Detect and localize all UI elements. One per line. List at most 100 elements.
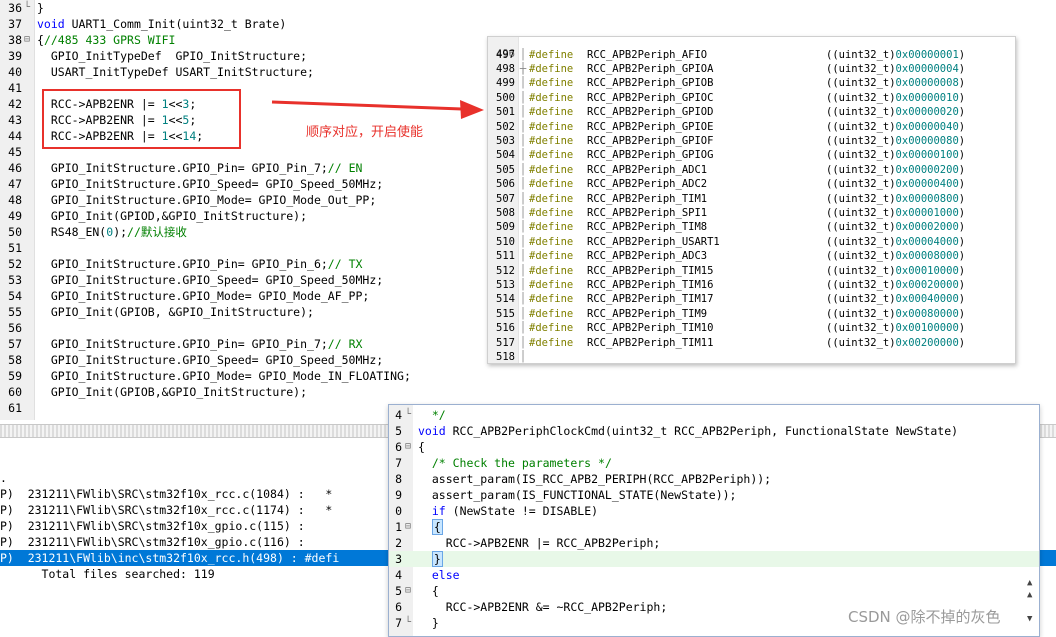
macro-value: ((uint32_t)0x00000200)	[826, 163, 965, 177]
line-number: 6	[395, 440, 402, 454]
line-number: 38	[8, 33, 22, 47]
code-text: if (NewState != DISABLE)	[418, 503, 598, 519]
define-keyword: #define	[529, 264, 574, 277]
line-number: 510	[496, 235, 515, 248]
define-keyword: #define	[529, 293, 574, 306]
code-token: assert_param(IS_FUNCTIONAL_STATE(NewStat…	[418, 488, 737, 502]
line-number: 56	[8, 321, 22, 335]
value-close: )	[958, 163, 966, 176]
line-number: 49	[8, 209, 22, 223]
macro-name: RCC_APB2Periph_GPIOD	[587, 106, 714, 119]
code-token: UART1_Comm_Init(uint32_t Brate)	[64, 17, 287, 31]
code-text: GPIO_InitStructure.GPIO_Mode= GPIO_Mode_…	[37, 288, 370, 304]
code-token: {	[418, 584, 439, 598]
line-number: 506	[496, 178, 515, 191]
code-text: GPIO_InitStructure.GPIO_Pin= GPIO_Pin_7;…	[37, 160, 363, 176]
value-cast: ((uint32_t)	[826, 178, 896, 191]
fold-line-icon: │	[519, 221, 527, 234]
value-hex: 0x00004000	[895, 235, 959, 248]
code-token: RS48_EN(	[37, 225, 107, 239]
line-number: 45	[8, 145, 22, 159]
value-hex: 0x00020000	[895, 278, 959, 291]
line-number: 39	[8, 49, 22, 63]
value-close: )	[958, 91, 966, 104]
macro-value: ((uint32_t)0x00000080)	[826, 134, 965, 148]
scroll-arrows-icon[interactable]: ▲ ▲ ▼	[1027, 577, 1035, 627]
function-code-line: 4 └ */	[389, 407, 1039, 423]
code-token: GPIO_InitStructure.GPIO_Mode= GPIO_Mode_…	[37, 289, 370, 303]
line-number: 515	[496, 307, 515, 320]
value-close: )	[958, 293, 966, 306]
code-token: {	[37, 33, 44, 47]
code-token: RCC->APB2ENR &= ~RCC_APB2Periph;	[418, 600, 668, 614]
function-code-line: 1 ⊟ {	[389, 519, 1039, 535]
fold-line-icon: │	[519, 307, 527, 320]
macro-value: ((uint32_t)0x00001000)	[826, 206, 965, 220]
code-token: if	[431, 504, 446, 518]
code-text: GPIO_InitStructure.GPIO_Pin= GPIO_Pin_6;…	[37, 256, 363, 272]
define-keyword: #define	[529, 48, 574, 61]
code-token: GPIO_InitTypeDef GPIO_InitStructure;	[37, 49, 308, 63]
code-text: GPIO_InitStructure.GPIO_Speed= GPIO_Spee…	[37, 352, 383, 368]
fold-line-icon: │	[519, 77, 527, 90]
code-text: GPIO_InitStructure.GPIO_Speed= GPIO_Spee…	[37, 272, 383, 288]
line-number: 507	[496, 192, 515, 205]
code-text: GPIO_Init(GPIOD,&GPIO_InitStructure);	[37, 208, 307, 224]
code-token: RCC_APB2PeriphClockCmd(uint32_t RCC_APB2…	[445, 424, 959, 438]
macro-name: RCC_APB2Periph_AFIO	[587, 48, 708, 61]
macro-name: RCC_APB2Periph_GPIOE	[587, 120, 714, 133]
fold-line-icon: │	[519, 293, 527, 306]
macro-name: RCC_APB2Periph_SPI1	[587, 206, 708, 219]
fold-line-icon: │	[519, 106, 527, 119]
define-keyword: #define	[529, 206, 574, 219]
code-token: GPIO_InitStructure.GPIO_Pin= GPIO_Pin_7;	[37, 161, 328, 175]
line-number: 8	[395, 472, 402, 486]
line-number: 40	[8, 65, 22, 79]
function-peek-window[interactable]: 4 └ */5 void RCC_APB2PeriphClockCmd(uint32…	[388, 404, 1040, 637]
macro-value: ((uint32_t)0x00100000)	[826, 321, 965, 335]
function-code-line: 5 void RCC_APB2PeriphClockCmd(uint32_t RC…	[389, 423, 1039, 439]
line-number: 504	[496, 149, 515, 162]
line-number: 46	[8, 161, 22, 175]
code-token: //485 433 GPRS WIFI	[43, 33, 176, 47]
macro-value: ((uint32_t)0x00004000)	[826, 235, 965, 249]
value-cast: ((uint32_t)	[826, 134, 896, 147]
function-code-line: 9 assert_param(IS_FUNCTIONAL_STATE(NewSt…	[389, 487, 1039, 503]
line-number: 5	[395, 584, 402, 598]
function-code-line: 6 ⊟ {	[389, 439, 1039, 455]
value-hex: 0x00000200	[895, 163, 959, 176]
line-number: 42	[8, 97, 22, 111]
code-text: USART_InitTypeDef USART_InitStructure;	[37, 64, 314, 80]
value-cast: ((uint32_t)	[826, 48, 896, 61]
fold-line-icon: │	[519, 206, 527, 219]
fold-marker-icon: └	[404, 409, 412, 420]
code-text: else	[418, 567, 460, 583]
code-token: GPIO_InitStructure.GPIO_Speed= GPIO_Spee…	[37, 273, 384, 287]
value-close: )	[958, 48, 966, 61]
header-peek-window[interactable]: 496 ┬ 497 │ #define RCC_APB2Periph_AFIO ((ui…	[487, 36, 1016, 364]
code-text: RCC->APB2ENR &= ~RCC_APB2Periph;	[418, 599, 668, 615]
value-close: )	[958, 77, 966, 90]
value-close: )	[958, 62, 966, 75]
fold-marker-icon: └	[404, 617, 412, 628]
value-hex: 0x00000100	[895, 149, 959, 162]
fold-marker-icon: └	[23, 2, 31, 13]
function-code-line: 3 }	[389, 551, 1039, 567]
code-text: }	[418, 615, 439, 631]
value-close: )	[958, 178, 966, 191]
value-hex: 0x00000400	[895, 178, 959, 191]
code-token: GPIO_Init(GPIOB,&GPIO_InitStructure);	[37, 385, 308, 399]
code-token: GPIO_Init(GPIOD,&GPIO_InitStructure);	[37, 209, 308, 223]
value-close: )	[958, 250, 966, 263]
function-code-line: 4 else	[389, 567, 1039, 583]
macro-value: ((uint32_t)0x00002000)	[826, 220, 965, 234]
value-hex: 0x00000800	[895, 192, 959, 205]
line-number: 5	[395, 424, 402, 438]
macro-value: ((uint32_t)0x00000004)	[826, 62, 965, 76]
define-keyword: #define	[529, 278, 574, 291]
line-number: 516	[496, 322, 515, 335]
macro-name: RCC_APB2Periph_TIM8	[587, 221, 708, 234]
macro-name: RCC_APB2Periph_TIM1	[587, 192, 708, 205]
